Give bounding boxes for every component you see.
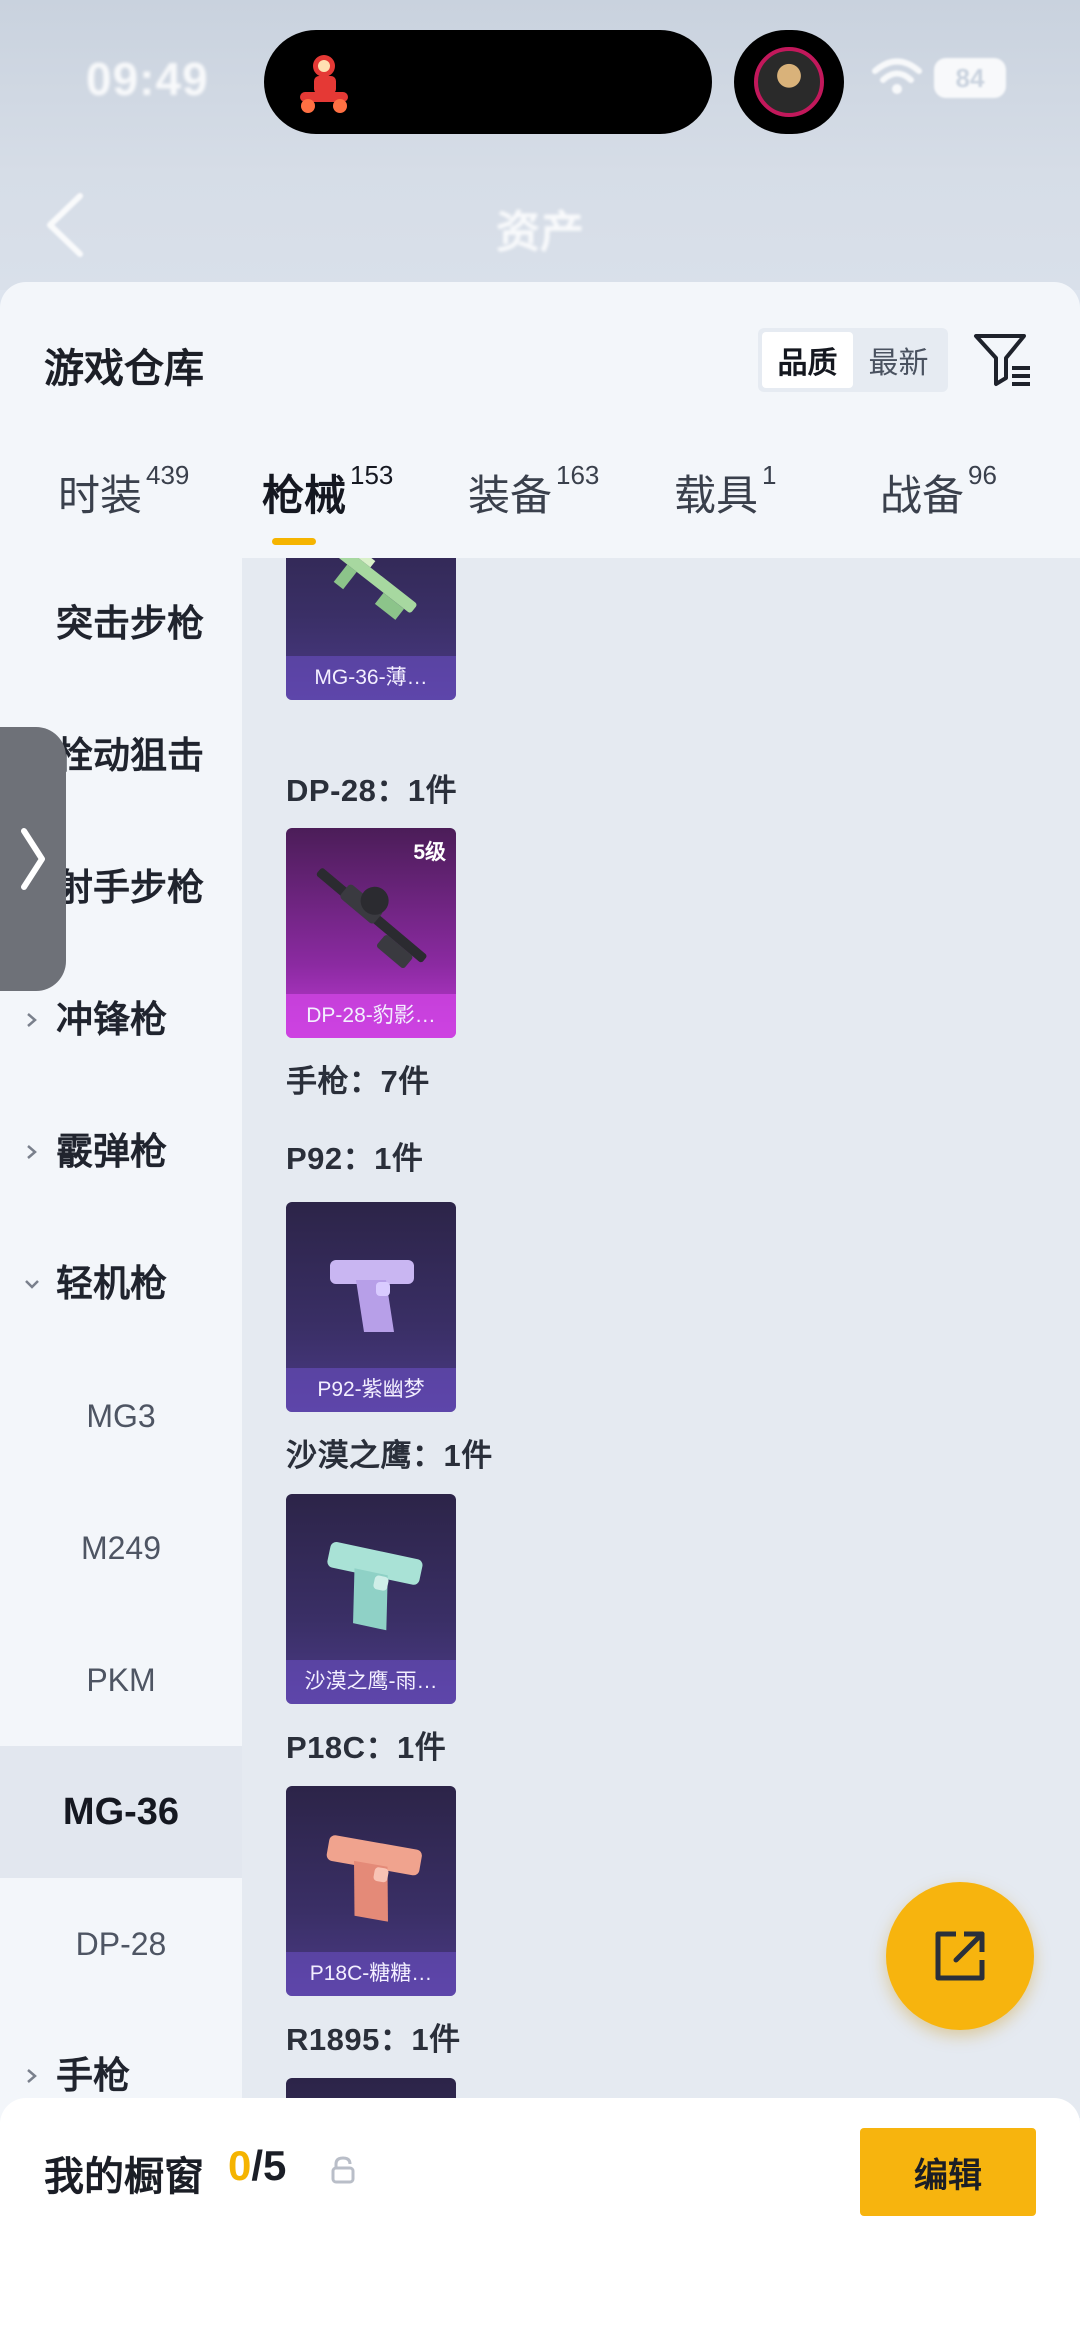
- tab-fashion[interactable]: 时装 439: [58, 460, 190, 562]
- rifle-icon: [324, 558, 417, 620]
- group-title: 沙漠之鹰：1件: [286, 1438, 493, 1473]
- showcase-total: /5: [251, 2142, 287, 2189]
- group-title: 手枪：7件: [286, 1064, 430, 1099]
- sidebar-subitem-mg3[interactable]: MG3: [0, 1350, 242, 1482]
- weapon-card-name: 沙漠之鹰-雨…: [286, 1660, 456, 1704]
- sidebar-item-shotgun[interactable]: 霰弹枪: [0, 1086, 242, 1218]
- weapon-card-name: MG-36-薄…: [286, 656, 456, 700]
- avatar: [734, 30, 844, 134]
- weapon-card[interactable]: 沙漠之鹰-雨…: [286, 1494, 456, 1704]
- panel-title: 游戏仓库: [44, 347, 204, 391]
- group-title: P92：1件: [286, 1141, 424, 1176]
- wifi-icon: [872, 58, 922, 94]
- tab-equipment[interactable]: 装备 163: [468, 460, 600, 562]
- edit-button[interactable]: 编辑: [860, 2128, 1036, 2216]
- chevron-right-icon: [21, 828, 45, 890]
- warehouse-panel: 游戏仓库 品质 最新 时装 439 枪械 153 装备 163 载具 1 战备 96 突击…: [0, 282, 1080, 2341]
- tab-label: 装备: [468, 472, 553, 519]
- chevron-right-icon: [27, 2069, 37, 2083]
- chevron-right-icon: [27, 1013, 37, 1027]
- lock-icon: [331, 2156, 355, 2184]
- sort-option-quality[interactable]: 品质: [762, 332, 853, 388]
- weapon-card-name: DP-28-豹影…: [286, 994, 456, 1038]
- machine-gun-icon: [316, 868, 427, 969]
- page-title: 资产: [496, 208, 584, 257]
- active-tab-indicator: [272, 538, 316, 545]
- status-time: 09:49: [86, 53, 209, 105]
- tab-label: 战备: [880, 472, 965, 519]
- battery-icon: 84: [934, 58, 1006, 98]
- sidebar-item-label: 冲锋枪: [56, 999, 167, 1040]
- group-title: R1895：1件: [286, 2022, 461, 2057]
- tab-label: 枪械: [262, 472, 347, 519]
- tab-label: 载具: [674, 472, 759, 519]
- showcase-label: 我的橱窗: [44, 2155, 204, 2199]
- group-title: DP-28：1件: [286, 773, 458, 808]
- dynamic-island: [264, 30, 712, 134]
- top-header: 09:49 84 资产: [0, 0, 1080, 290]
- sidebar-item-label: 射手步枪: [56, 867, 204, 908]
- pistol-icon: [327, 1542, 423, 1631]
- share-button[interactable]: [886, 1882, 1034, 2030]
- sidebar-item-assault-rifle[interactable]: 突击步枪: [0, 558, 242, 690]
- back-icon[interactable]: [40, 190, 90, 260]
- showcase-current: 0: [228, 2142, 252, 2189]
- filter-icon[interactable]: [972, 330, 1034, 390]
- weapon-card-name: P18C-糖糖…: [286, 1952, 456, 1996]
- sidebar-subitem-dp28[interactable]: DP-28: [0, 1878, 242, 2010]
- category-tabs: 时装 439 枪械 153 装备 163 载具 1 战备 96: [0, 460, 1080, 562]
- weapon-card[interactable]: P92-紫幽梦: [286, 1202, 456, 1412]
- sidebar-subitem-mg36[interactable]: MG-36: [0, 1746, 242, 1878]
- tab-firearms[interactable]: 枪械 153: [262, 460, 394, 562]
- delivery-rider-icon: [300, 55, 348, 113]
- sort-option-latest[interactable]: 最新: [853, 332, 944, 388]
- sidebar-subitem-m249[interactable]: M249: [0, 1482, 242, 1614]
- tab-count: 96: [968, 460, 997, 490]
- sidebar-item-label: 轻机枪: [56, 1263, 167, 1304]
- group-title: P18C：1件: [286, 1730, 447, 1765]
- tab-vehicles[interactable]: 载具 1: [674, 460, 777, 562]
- chevron-down-icon: [25, 1280, 39, 1289]
- weapon-card[interactable]: 5级 DP-28-豹影…: [286, 828, 456, 1038]
- weapon-card[interactable]: P18C-糖糖…: [286, 1786, 456, 1996]
- tab-label: 时装: [58, 472, 143, 519]
- sidebar-toggle-handle[interactable]: [0, 727, 66, 991]
- weapon-card[interactable]: MG-36-薄…: [286, 558, 456, 700]
- tab-supplies[interactable]: 战备 96: [880, 460, 997, 562]
- sidebar-item-label: 栓动狙击: [56, 735, 204, 776]
- sidebar-item-label: 突击步枪: [56, 603, 204, 644]
- tab-count: 1: [762, 460, 777, 490]
- sidebar-subitem-pkm[interactable]: PKM: [0, 1614, 242, 1746]
- showcase-count: 0/5: [228, 2142, 286, 2190]
- pistol-icon: [330, 1260, 414, 1332]
- weapon-card-name: P92-紫幽梦: [286, 1368, 456, 1412]
- tab-count: 163: [556, 460, 600, 490]
- share-icon: [935, 1931, 985, 1981]
- chevron-right-icon: [27, 1145, 37, 1159]
- pistol-icon: [326, 1835, 422, 1922]
- tab-count: 153: [350, 460, 394, 490]
- tab-count: 439: [146, 460, 190, 490]
- sidebar-item-lmg[interactable]: 轻机枪: [0, 1218, 242, 1350]
- sort-toggle: 品质 最新: [758, 328, 948, 392]
- sidebar-item-label: 霰弹枪: [56, 1131, 167, 1172]
- showcase-bar: 我的橱窗 0/5 编辑: [0, 2098, 1080, 2341]
